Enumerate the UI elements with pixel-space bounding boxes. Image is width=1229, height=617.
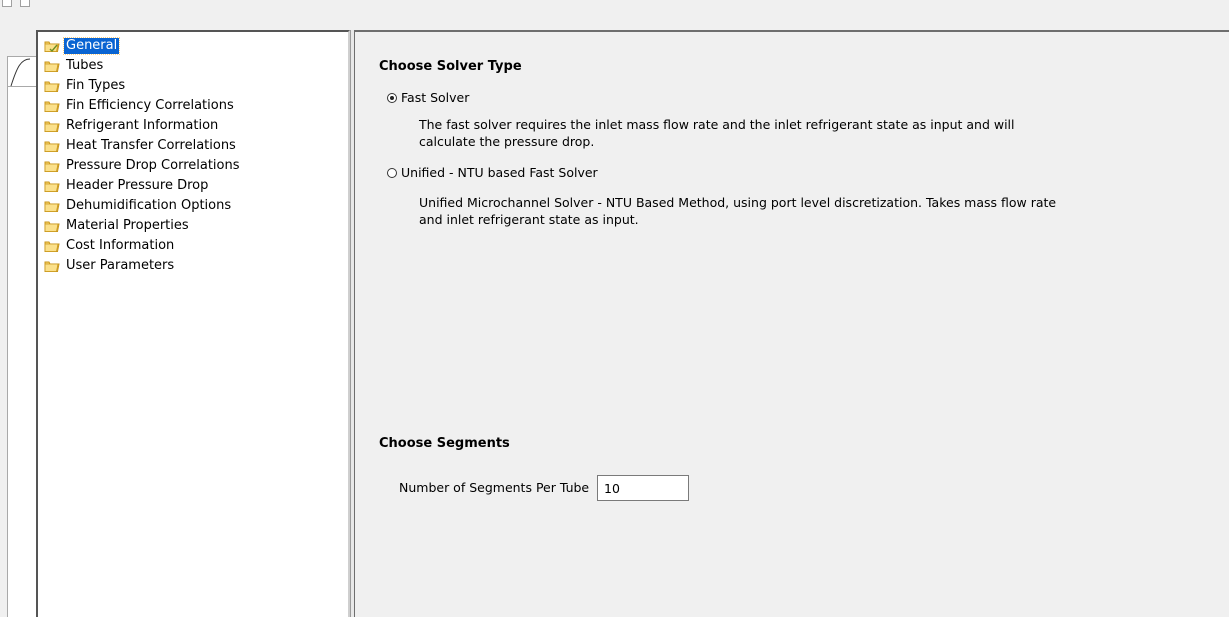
unified-solver-desc-line: Unified Microchannel Solver - NTU Based …: [419, 195, 1057, 210]
folder-icon: [44, 181, 60, 192]
segments-per-tube-input[interactable]: [597, 475, 689, 501]
folder-icon: [44, 241, 60, 252]
top-bar: [36, 0, 1229, 30]
general-settings-panel: Choose Solver Type Fast Solver The fast …: [354, 30, 1229, 617]
tree-item-general[interactable]: General: [44, 36, 242, 56]
tree-item-label[interactable]: Fin Efficiency Correlations: [64, 98, 236, 114]
solver-section-title: Choose Solver Type: [379, 59, 522, 74]
folder-icon: [44, 161, 60, 172]
folder-icon: [44, 61, 60, 72]
tree-item-label[interactable]: User Parameters: [64, 258, 176, 274]
tree-item-fin-types[interactable]: Fin Types: [44, 76, 242, 96]
tree-item-label[interactable]: Dehumidification Options: [64, 198, 233, 214]
fast-solver-desc-line: The fast solver requires the inlet mass …: [419, 117, 1015, 132]
folder-icon: [44, 101, 60, 112]
segments-per-tube-label: Number of Segments Per Tube: [399, 480, 590, 495]
edge-content-panel: [7, 56, 36, 617]
fast-solver-label[interactable]: Fast Solver: [401, 90, 469, 105]
tree-item-fin-efficiency-correlations[interactable]: Fin Efficiency Correlations: [44, 96, 242, 116]
tree-item-user-parameters[interactable]: User Parameters: [44, 256, 242, 276]
tree-item-dehumidification-options[interactable]: Dehumidification Options: [44, 196, 242, 216]
tree-item-label[interactable]: Refrigerant Information: [64, 118, 220, 134]
tree-item-material-properties[interactable]: Material Properties: [44, 216, 242, 236]
folder-icon: [44, 201, 60, 212]
fast-solver-option[interactable]: Fast Solver: [387, 90, 469, 105]
unified-solver-label[interactable]: Unified - NTU based Fast Solver: [401, 165, 598, 180]
tree-item-refrigerant-information[interactable]: Refrigerant Information: [44, 116, 242, 136]
tree-item-header-pressure-drop[interactable]: Header Pressure Drop: [44, 176, 242, 196]
tree-item-label[interactable]: Header Pressure Drop: [64, 178, 210, 194]
tree-list: General Tubes Fin Types Fin Efficiency C…: [44, 36, 242, 276]
edge-button[interactable]: [20, 0, 30, 7]
unified-solver-option[interactable]: Unified - NTU based Fast Solver: [387, 165, 598, 180]
curve-icon: [10, 58, 31, 87]
folder-icon: [44, 81, 60, 92]
tree-item-label[interactable]: Fin Types: [64, 78, 127, 94]
edge-button[interactable]: [2, 0, 12, 7]
fast-solver-desc-line: calculate the pressure drop.: [419, 134, 595, 149]
unified-solver-desc-line: and inlet refrigerant state as input.: [419, 212, 639, 227]
folder-icon: [44, 261, 60, 272]
tree-item-label[interactable]: Pressure Drop Correlations: [64, 158, 242, 174]
unified-solver-radio[interactable]: [387, 167, 397, 178]
tree-item-cost-information[interactable]: Cost Information: [44, 236, 242, 256]
folder-icon: [44, 121, 60, 132]
tree-item-label[interactable]: Tubes: [64, 58, 105, 74]
fast-solver-radio[interactable]: [387, 92, 397, 103]
fast-solver-description: The fast solver requires the inlet mass …: [419, 116, 1039, 150]
settings-tree: General Tubes Fin Types Fin Efficiency C…: [36, 30, 350, 617]
folder-icon: [44, 221, 60, 232]
left-edge-panel: [0, 0, 36, 617]
tree-item-label[interactable]: General: [62, 37, 121, 55]
unified-solver-description: Unified Microchannel Solver - NTU Based …: [419, 194, 1059, 228]
open-folder-icon: [44, 41, 60, 53]
tree-item-heat-transfer-correlations[interactable]: Heat Transfer Correlations: [44, 136, 242, 156]
tree-item-pressure-drop-correlations[interactable]: Pressure Drop Correlations: [44, 156, 242, 176]
tree-item-label[interactable]: Heat Transfer Correlations: [64, 138, 238, 154]
folder-icon: [44, 141, 60, 152]
segments-section-title: Choose Segments: [379, 436, 510, 451]
tree-item-label[interactable]: Material Properties: [64, 218, 191, 234]
tree-item-tubes[interactable]: Tubes: [44, 56, 242, 76]
tree-item-label[interactable]: Cost Information: [64, 238, 176, 254]
